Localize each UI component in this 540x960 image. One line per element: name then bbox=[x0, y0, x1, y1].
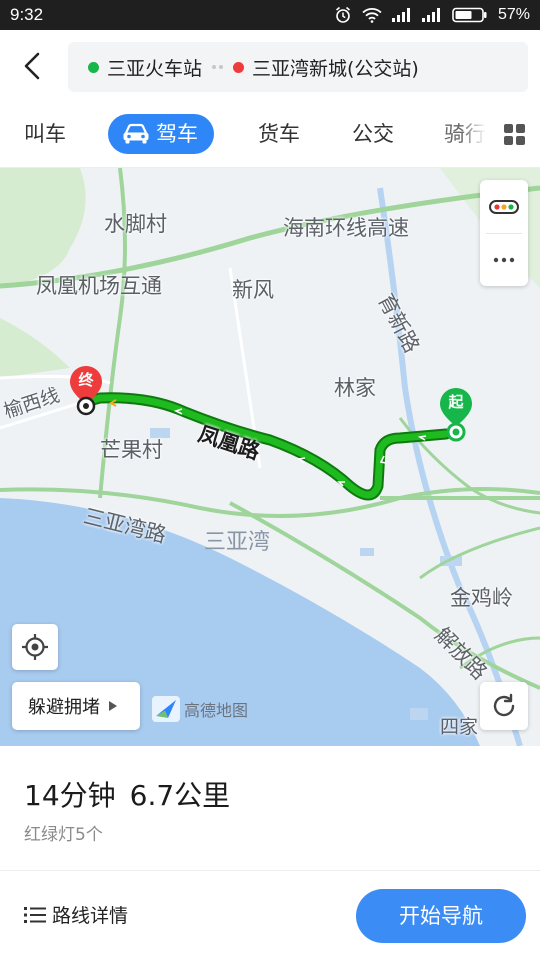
map-label-xinfeng: 新风 bbox=[232, 278, 274, 302]
route-duration: 14分钟 bbox=[24, 779, 116, 812]
map-label-linjia: 林家 bbox=[334, 376, 376, 400]
route-endpoints[interactable]: 三亚火车站 三亚湾新城(公交站) bbox=[68, 42, 528, 92]
map-label-fenghuang-airport: 凤凰机场互通 bbox=[36, 274, 162, 298]
map-tools-panel bbox=[480, 180, 528, 286]
route-summary-panel[interactable]: 14分钟 6.7公里 红绿灯5个 bbox=[0, 746, 540, 870]
start-navigation-button[interactable]: 开始导航 bbox=[356, 889, 526, 943]
destination-name[interactable]: 三亚湾新城(公交站) bbox=[252, 54, 419, 81]
map-label-shuijiao: 水脚村 bbox=[104, 212, 167, 236]
map-label-sijia: 四家 bbox=[440, 716, 479, 738]
start-marker[interactable]: 起 bbox=[436, 386, 476, 448]
map-label-jinjiling: 金鸡岭 bbox=[450, 586, 513, 610]
end-marker[interactable]: 终 bbox=[66, 364, 106, 420]
route-distance: 6.7公里 bbox=[129, 779, 231, 812]
alarm-icon bbox=[334, 6, 352, 24]
ellipsis-icon bbox=[493, 257, 515, 263]
origin-name[interactable]: 三亚火车站 bbox=[107, 54, 202, 81]
refresh-icon bbox=[493, 693, 515, 717]
bottom-action-bar: 路线详情 开始导航 bbox=[0, 870, 540, 960]
list-icon bbox=[24, 906, 46, 923]
traffic-light-count: 红绿灯5个 bbox=[24, 825, 103, 845]
tab-drive-label: 驾车 bbox=[156, 122, 198, 146]
status-time: 9:32 bbox=[10, 5, 44, 24]
tab-taxi[interactable]: 叫车 bbox=[24, 114, 66, 154]
signal-icon-2 bbox=[421, 8, 442, 22]
amap-logo: 高德地图 bbox=[152, 696, 248, 722]
chevron-left-icon bbox=[24, 52, 40, 80]
traffic-light-icon bbox=[489, 199, 519, 214]
amap-logo-text: 高德地图 bbox=[184, 701, 249, 720]
destination-dot bbox=[233, 61, 245, 73]
refresh-button[interactable] bbox=[480, 682, 528, 730]
tab-truck[interactable]: 货车 bbox=[258, 114, 300, 154]
traffic-toggle-button[interactable] bbox=[480, 180, 528, 233]
battery-icon bbox=[452, 7, 488, 23]
avoid-congestion-button[interactable]: 躲避拥堵 bbox=[12, 682, 140, 730]
end-marker-label: 终 bbox=[78, 371, 94, 389]
battery-percent: 57% bbox=[497, 6, 530, 23]
more-modes-button[interactable] bbox=[504, 124, 526, 146]
tab-transit[interactable]: 公交 bbox=[352, 114, 394, 154]
back-button[interactable] bbox=[14, 48, 50, 84]
origin-dot bbox=[88, 61, 99, 73]
locate-button[interactable] bbox=[12, 624, 58, 670]
more-options-button[interactable] bbox=[480, 234, 528, 286]
route-details-label: 路线详情 bbox=[52, 905, 129, 927]
map-label-mangguo: 芒果村 bbox=[100, 438, 163, 462]
start-marker-label: 起 bbox=[448, 393, 464, 411]
grid-icon bbox=[504, 124, 525, 145]
map-label-hainan-ring: 海南环线高速 bbox=[283, 216, 409, 240]
separator-dots bbox=[212, 65, 224, 69]
route-summary: 14分钟 6.7公里 bbox=[24, 774, 230, 814]
route-header: 三亚火车站 三亚湾新城(公交站) bbox=[0, 30, 540, 102]
transport-tabs: 叫车 驾车 货车 公交 骑行 bbox=[0, 102, 540, 168]
status-bar: 9:32 57% bbox=[0, 0, 540, 30]
map-view[interactable]: 水脚村 海南环线高速 凤凰机场互通 新风 育新路 林家 榆西线 芒果村 凤凰路 … bbox=[0, 168, 540, 746]
wifi-icon bbox=[362, 7, 382, 23]
status-icons: 57% bbox=[334, 6, 530, 24]
avoid-congestion-label: 躲避拥堵 bbox=[28, 697, 100, 718]
route-details-button[interactable]: 路线详情 bbox=[24, 901, 128, 928]
play-arrow-icon bbox=[109, 701, 117, 711]
tab-cycling[interactable]: 骑行 bbox=[444, 114, 486, 154]
car-icon bbox=[123, 123, 149, 144]
tab-drive[interactable]: 驾车 bbox=[108, 114, 214, 154]
amap-logo-icon bbox=[152, 696, 180, 722]
map-label-sanyawan: 三亚湾 bbox=[204, 530, 271, 555]
crosshair-icon bbox=[22, 634, 48, 660]
signal-icon bbox=[391, 8, 412, 22]
